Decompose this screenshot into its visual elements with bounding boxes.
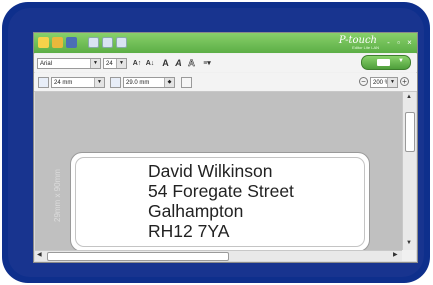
minimize-button[interactable]: - bbox=[384, 38, 393, 47]
tape-width-value: 24 mm bbox=[54, 80, 73, 86]
address-line-street: 54 Foregate Street bbox=[148, 181, 294, 201]
label-length-field[interactable]: 29.0 mm ◆ bbox=[123, 77, 175, 88]
chevron-down-icon: ▼ bbox=[94, 78, 104, 87]
label-length-icon bbox=[110, 77, 121, 88]
image-icon[interactable] bbox=[116, 37, 127, 48]
horizontal-scroll-thumb[interactable] bbox=[47, 252, 229, 261]
font-value: Arial bbox=[40, 61, 53, 67]
frame-icon[interactable] bbox=[102, 37, 113, 48]
address-line-postcode: RH12 7YA bbox=[148, 221, 230, 241]
italic-button[interactable]: A bbox=[173, 58, 184, 69]
tape-width-icon bbox=[38, 77, 49, 88]
open-folder-icon[interactable] bbox=[52, 37, 63, 48]
vertical-scroll-thumb[interactable] bbox=[405, 112, 415, 152]
label-preview[interactable]: David Wilkinson 54 Foregate Street Galha… bbox=[70, 152, 370, 252]
size-select[interactable]: 24 ▼ bbox=[103, 58, 127, 69]
chevron-down-icon: ▼ bbox=[116, 59, 126, 68]
rotate-icon[interactable] bbox=[181, 77, 192, 88]
maximize-button[interactable]: ▫ bbox=[394, 38, 403, 47]
new-file-icon[interactable] bbox=[38, 37, 49, 48]
close-button[interactable]: × bbox=[405, 38, 414, 47]
tape-width-select[interactable]: 24 mm ▼ bbox=[51, 77, 105, 88]
shrink-font-button[interactable]: A↓ bbox=[144, 58, 156, 69]
font-select[interactable]: Arial ▼ bbox=[37, 58, 101, 69]
size-value: 24 bbox=[106, 61, 113, 67]
outline-button[interactable]: A bbox=[186, 58, 197, 69]
grow-font-button[interactable]: A↑ bbox=[131, 58, 143, 69]
chevron-down-icon: ▼ bbox=[387, 78, 397, 87]
scroll-right-icon[interactable]: ▶ bbox=[393, 251, 398, 258]
vertical-scrollbar[interactable]: ▲ ▼ bbox=[402, 92, 416, 250]
zoom-in-icon[interactable]: + bbox=[400, 77, 409, 86]
label-length-value: 29.0 mm bbox=[126, 80, 150, 86]
printer-icon bbox=[377, 59, 390, 66]
horizontal-scrollbar[interactable]: ◀ ▶ bbox=[35, 250, 402, 261]
address-line-name: David Wilkinson bbox=[148, 161, 273, 181]
label-canvas: David Wilkinson 54 Foregate Street Galha… bbox=[35, 92, 402, 252]
zoom-out-icon[interactable]: − bbox=[359, 77, 368, 86]
chevron-down-icon: ▼ bbox=[90, 59, 100, 68]
zoom-select[interactable]: 200 % ▼ bbox=[370, 77, 398, 88]
text-icon[interactable] bbox=[88, 37, 99, 48]
address-text[interactable]: David Wilkinson 54 Foregate Street Galha… bbox=[148, 161, 294, 241]
address-line-town: Galhampton bbox=[148, 201, 244, 221]
save-icon[interactable] bbox=[66, 37, 77, 48]
chevron-down-icon: ▼ bbox=[398, 58, 404, 64]
stepper-icon: ◆ bbox=[164, 78, 174, 87]
align-button[interactable]: ≡▾ bbox=[200, 58, 214, 69]
app-window: P-touch Editor Lite LAN - ▫ × Arial ▼ 24… bbox=[33, 32, 418, 263]
print-button[interactable]: ▼ bbox=[361, 55, 411, 70]
scroll-down-icon[interactable]: ▼ bbox=[405, 240, 413, 246]
label-dimension: 29mm x 90mm bbox=[53, 169, 62, 222]
brand-subtitle: Editor Lite LAN bbox=[352, 45, 379, 50]
scroll-up-icon[interactable]: ▲ bbox=[405, 94, 413, 100]
title-bar: P-touch Editor Lite LAN - ▫ × bbox=[34, 33, 417, 53]
scroll-left-icon[interactable]: ◀ bbox=[37, 251, 42, 258]
bold-button[interactable]: A bbox=[160, 58, 171, 69]
